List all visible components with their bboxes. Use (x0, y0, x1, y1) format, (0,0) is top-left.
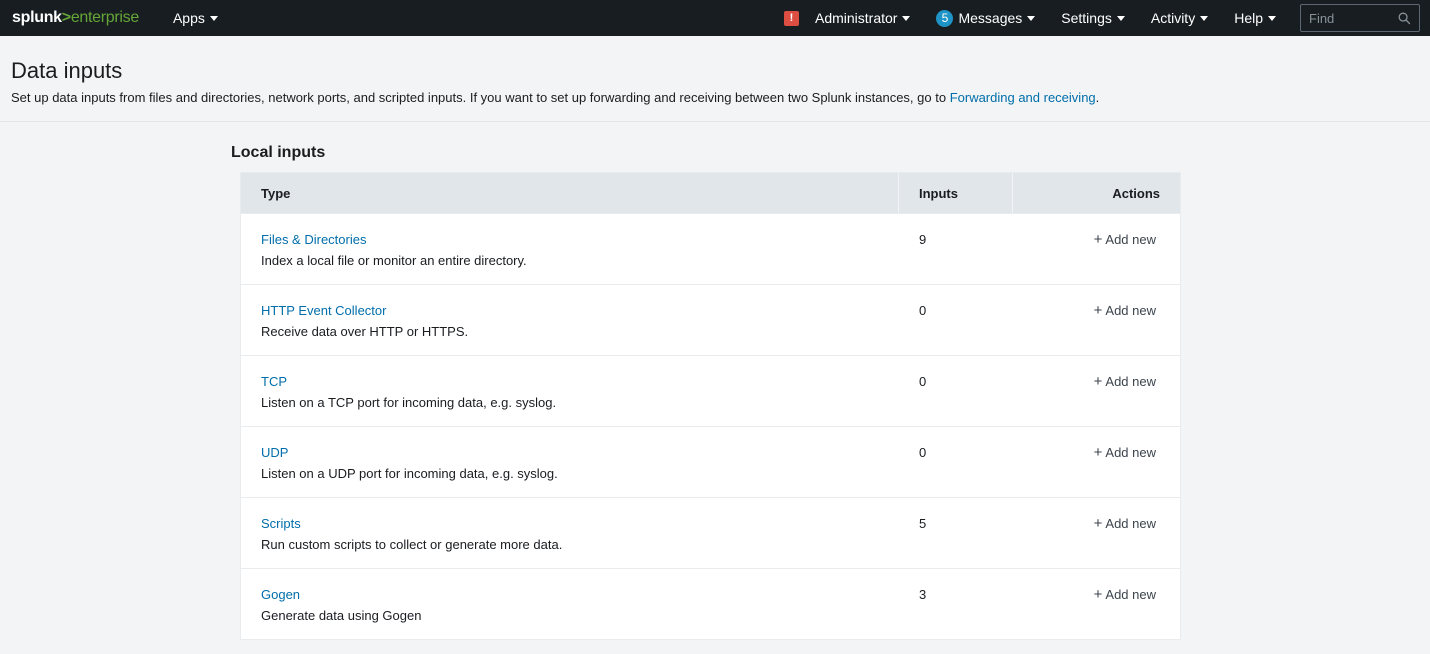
settings-menu[interactable]: Settings (1061, 10, 1125, 26)
add-new-label: Add new (1105, 587, 1156, 602)
administrator-menu-label: Administrator (814, 10, 898, 26)
activity-menu[interactable]: Activity (1150, 10, 1209, 26)
caret-down-icon (209, 15, 218, 21)
table-row: HTTP Event Collector Receive data over H… (241, 284, 1180, 355)
top-navigation-bar: splunk > enterprise Apps ! Administrator 5… (0, 0, 1430, 36)
row-inputs-count: 3 (919, 587, 927, 602)
files-and-directories-link[interactable]: Files & Directories (261, 232, 899, 247)
caret-down-icon (902, 15, 911, 21)
plus-icon: + (1093, 373, 1103, 390)
add-new-button[interactable]: + Add new (1094, 445, 1156, 460)
settings-menu-label: Settings (1061, 10, 1112, 26)
table-row: Scripts Run custom scripts to collect or… (241, 497, 1180, 568)
page-description-text: Set up data inputs from files and direct… (11, 90, 950, 105)
find-search-box (1300, 4, 1420, 32)
column-header-actions: Actions (1112, 185, 1160, 201)
plus-icon: + (1093, 586, 1103, 603)
add-new-button[interactable]: + Add new (1094, 587, 1156, 602)
row-inputs-count: 0 (919, 445, 927, 460)
table-header: Type Inputs Actions (241, 173, 1180, 213)
row-description: Generate data using Gogen (261, 608, 422, 623)
caret-down-icon (1116, 15, 1125, 21)
row-description: Receive data over HTTP or HTTPS. (261, 324, 469, 339)
messages-menu[interactable]: 5 Messages (936, 9, 1036, 27)
local-inputs-table: Type Inputs Actions Files & Directories … (240, 172, 1181, 640)
row-description: Index a local file or monitor an entire … (261, 253, 527, 268)
row-actions-cell: + Add new (1013, 569, 1180, 639)
right-navigation: ! Administrator 5 Messages Settings Acti… (783, 4, 1420, 32)
add-new-label: Add new (1105, 516, 1156, 531)
column-header-type: Type (241, 173, 899, 213)
local-inputs-section: Local inputs Type Inputs Actions Files &… (231, 122, 1182, 640)
caret-down-icon (1268, 15, 1276, 21)
search-icon[interactable] (1398, 12, 1411, 25)
row-type-cell: Gogen Generate data using Gogen (241, 569, 899, 639)
add-new-label: Add new (1105, 232, 1156, 247)
find-input[interactable] (1309, 10, 1398, 26)
row-description: Listen on a TCP port for incoming data, … (261, 395, 557, 410)
gogen-link[interactable]: Gogen (261, 587, 899, 602)
caret-down-icon (1200, 15, 1209, 21)
plus-icon: + (1093, 515, 1103, 532)
page-header: Data inputs Set up data inputs from file… (0, 36, 1430, 122)
plus-icon: + (1093, 302, 1103, 319)
row-inputs-count: 0 (919, 303, 927, 318)
section-title: Local inputs (231, 144, 326, 161)
row-actions-cell: + Add new (1013, 427, 1180, 497)
column-header-inputs: Inputs (899, 173, 1013, 213)
add-new-label: Add new (1105, 303, 1156, 318)
row-actions-cell: + Add new (1013, 498, 1180, 568)
help-menu[interactable]: Help (1234, 10, 1276, 26)
scripts-link[interactable]: Scripts (261, 516, 899, 531)
tcp-link[interactable]: TCP (261, 374, 899, 389)
logo-text-splunk: splunk (12, 9, 62, 26)
messages-count-badge: 5 (936, 9, 954, 27)
page-title: Data inputs (11, 58, 123, 83)
row-description: Listen on a UDP port for incoming data, … (261, 466, 558, 481)
add-new-button[interactable]: + Add new (1094, 232, 1156, 247)
row-inputs-count: 5 (919, 516, 927, 531)
row-type-cell: UDP Listen on a UDP port for incoming da… (241, 427, 899, 497)
plus-icon: + (1093, 231, 1103, 248)
page-description: Set up data inputs from files and direct… (11, 90, 1419, 105)
logo-text-enterprise: enterprise (70, 9, 139, 26)
plus-icon: + (1093, 444, 1103, 461)
udp-link[interactable]: UDP (261, 445, 899, 460)
http-event-collector-link[interactable]: HTTP Event Collector (261, 303, 899, 318)
row-description: Run custom scripts to collect or generat… (261, 537, 563, 552)
row-actions-cell: + Add new (1013, 285, 1180, 355)
alert-icon: ! (783, 10, 799, 26)
row-type-cell: TCP Listen on a TCP port for incoming da… (241, 356, 899, 426)
add-new-label: Add new (1105, 374, 1156, 389)
forwarding-and-receiving-link[interactable]: Forwarding and receiving (950, 90, 1096, 105)
splunk-logo[interactable]: splunk > enterprise (12, 9, 139, 27)
row-type-cell: HTTP Event Collector Receive data over H… (241, 285, 899, 355)
table-row: Gogen Generate data using Gogen 3 + Add n… (241, 568, 1180, 639)
page-description-end: . (1095, 90, 1100, 105)
administrator-menu[interactable]: ! Administrator (783, 10, 911, 26)
row-type-cell: Scripts Run custom scripts to collect or… (241, 498, 899, 568)
add-new-button[interactable]: + Add new (1094, 374, 1156, 389)
table-row: Files & Directories Index a local file o… (241, 213, 1180, 284)
row-inputs-count: 9 (919, 232, 927, 247)
table-row: UDP Listen on a UDP port for incoming da… (241, 426, 1180, 497)
activity-menu-label: Activity (1150, 10, 1196, 26)
messages-menu-label: Messages (958, 10, 1023, 26)
row-type-cell: Files & Directories Index a local file o… (241, 214, 899, 284)
apps-menu[interactable]: Apps (173, 10, 218, 26)
help-menu-label: Help (1234, 10, 1263, 26)
add-new-button[interactable]: + Add new (1094, 303, 1156, 318)
caret-down-icon (1027, 15, 1036, 21)
add-new-button[interactable]: + Add new (1094, 516, 1156, 531)
row-actions-cell: + Add new (1013, 214, 1180, 284)
add-new-label: Add new (1105, 445, 1156, 460)
row-actions-cell: + Add new (1013, 356, 1180, 426)
logo-text-chevron: > (61, 9, 71, 26)
apps-menu-label: Apps (172, 10, 205, 26)
row-inputs-count: 0 (919, 374, 927, 389)
table-row: TCP Listen on a TCP port for incoming da… (241, 355, 1180, 426)
